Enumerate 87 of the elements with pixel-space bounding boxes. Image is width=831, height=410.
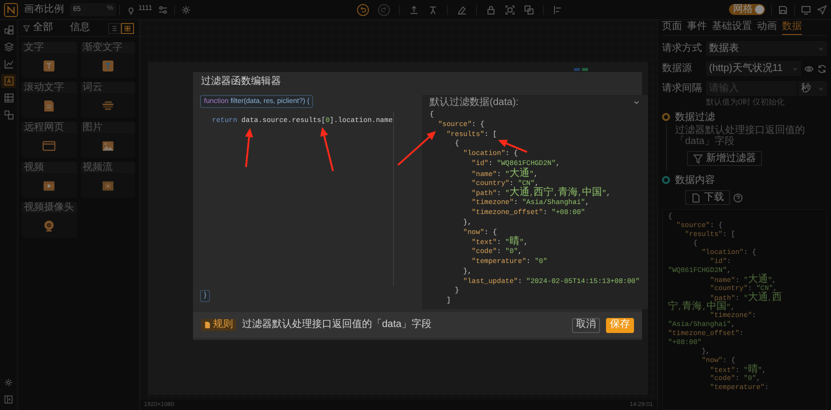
- view-toggle-button[interactable]: [121, 22, 134, 34]
- select-field[interactable]: (http)天气状况11: [706, 61, 801, 76]
- rail-button[interactable]: [1, 74, 16, 88]
- caret-icon: [818, 46, 824, 52]
- table-icon: [4, 93, 14, 103]
- shapes-icon: [4, 110, 14, 120]
- eye-icon[interactable]: [804, 64, 814, 74]
- lock-icon[interactable]: [486, 4, 496, 14]
- document-icon: [42, 98, 56, 112]
- refresh-icon[interactable]: [817, 64, 827, 74]
- align-icon[interactable]: [553, 4, 564, 14]
- component-card[interactable]: 图片: [80, 122, 135, 158]
- download-button[interactable]: 下载: [685, 190, 730, 205]
- text-box-icon: [4, 76, 14, 86]
- eraser-icon[interactable]: [457, 4, 468, 14]
- sliders-icon[interactable]: [158, 4, 168, 14]
- step-description: 过滤器默认处理接口返回值的「data」字段: [675, 125, 806, 147]
- chevron-down-icon: [632, 99, 640, 106]
- panel-tab[interactable]: 事件: [687, 22, 707, 35]
- caret-icon: [792, 66, 798, 72]
- filter-label[interactable]: 全部: [33, 23, 53, 33]
- step-title: 数据过滤: [675, 112, 716, 123]
- filter-icon: [23, 24, 30, 32]
- field-label: 请求方式: [662, 44, 703, 54]
- card-title: 视频: [22, 162, 76, 173]
- annotation-arrow: [397, 131, 436, 166]
- card-title: 词云: [80, 82, 135, 93]
- upload-icon[interactable]: [409, 4, 420, 14]
- select-field[interactable]: 数据表: [706, 41, 827, 56]
- text-file-icon: [100, 58, 115, 72]
- category-label: 信息: [70, 23, 90, 33]
- components-icon: [4, 25, 14, 35]
- monitor-icon[interactable]: [801, 4, 811, 14]
- film-icon: [100, 178, 115, 192]
- undo-icon[interactable]: [357, 4, 370, 16]
- file-icon: [204, 321, 211, 329]
- caret-icon: [818, 86, 824, 92]
- preview-title: 默认过滤数据(data):: [430, 98, 519, 108]
- annotation-arrow: [320, 127, 334, 172]
- field-label: 数据源: [662, 64, 693, 74]
- save-button[interactable]: 保存: [606, 318, 634, 332]
- layers-icon: [4, 42, 14, 52]
- redo-icon[interactable]: [378, 4, 390, 16]
- component-card[interactable]: 远程网页: [22, 122, 76, 158]
- card-title: 远程网页: [22, 122, 76, 133]
- panel-tab[interactable]: 页面: [662, 22, 682, 35]
- panel-tab[interactable]: 基础设置: [712, 22, 752, 35]
- help-icon[interactable]: [733, 192, 743, 202]
- save-icon[interactable]: [778, 4, 788, 14]
- text-file-icon: [42, 58, 56, 72]
- cancel-button[interactable]: 取消: [572, 318, 600, 332]
- annotation-arrow: [245, 128, 254, 168]
- video-icon: [42, 178, 56, 192]
- component-card[interactable]: 视频摄像头: [22, 202, 76, 238]
- file-icon[interactable]: [691, 192, 701, 202]
- view-toggle-button[interactable]: [108, 22, 121, 34]
- card-title: 视频摄像头: [22, 202, 76, 213]
- rule-tag: 规则: [201, 319, 236, 331]
- grid-toggle[interactable]: 网格: [729, 4, 765, 15]
- settings-icon[interactable]: [181, 4, 192, 14]
- card-title: 图片: [80, 122, 135, 133]
- lightbulb-icon[interactable]: [126, 4, 136, 14]
- collapse-icon[interactable]: [4, 395, 13, 404]
- layers-icon[interactable]: [524, 4, 534, 14]
- logo-icon: [4, 2, 18, 16]
- list-icon: [111, 24, 118, 32]
- word-cloud-icon: [100, 98, 115, 112]
- panel-tab[interactable]: 动画: [757, 22, 777, 35]
- panel-tab[interactable]: 数据: [782, 22, 802, 35]
- send-icon[interactable]: [817, 4, 827, 14]
- settings-icon[interactable]: [4, 378, 13, 387]
- component-card[interactable]: 视频: [22, 162, 76, 198]
- browser-window-icon: [42, 138, 56, 152]
- add-filter-button[interactable]: 新增过滤器: [687, 151, 762, 166]
- grid-icon: [124, 24, 131, 32]
- field-label: 请求间隔: [662, 84, 703, 94]
- line-chart-icon: [4, 59, 14, 69]
- component-card[interactable]: 词云: [80, 82, 135, 118]
- step-title: 数据内容: [675, 175, 716, 186]
- scale-label: 画布比例: [24, 4, 64, 14]
- dialog-title: 过滤器函数编辑器: [200, 74, 282, 89]
- frame-icon[interactable]: [505, 4, 516, 14]
- filter-icon[interactable]: [693, 154, 703, 164]
- image-icon: [100, 138, 115, 152]
- rule-text: 过滤器默认处理接口返回值的「data」字段: [242, 320, 432, 330]
- webcam-icon: [42, 218, 56, 232]
- unit-select[interactable]: 秒: [797, 81, 827, 96]
